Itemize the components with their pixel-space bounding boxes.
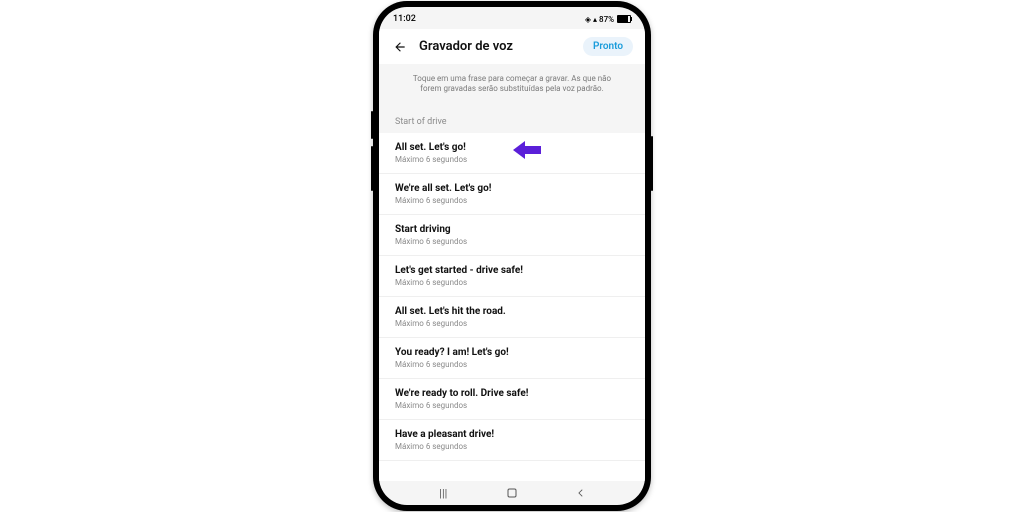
phrase-subtitle: Máximo 6 segundos — [395, 360, 629, 369]
chevron-left-icon — [576, 488, 586, 498]
phrase-title: Start driving — [395, 224, 629, 235]
phrase-subtitle: Máximo 6 segundos — [395, 196, 629, 205]
phrase-row[interactable]: Have a pleasant drive! Máximo 6 segundos — [379, 420, 645, 461]
battery-text: 87% — [599, 15, 614, 24]
nav-home[interactable] — [497, 487, 527, 499]
phrase-list: All set. Let's go!Máximo 6 segundosWe're… — [379, 133, 645, 481]
side-button — [651, 136, 653, 191]
phrase-subtitle: Máximo 6 segundos — [395, 319, 629, 328]
phrase-title: We're ready to roll. Drive safe! — [395, 388, 629, 399]
side-button — [371, 146, 373, 191]
phrase-subtitle: Máximo 6 segundos — [395, 401, 629, 410]
status-bar: 11:02 ◈ ▴ 87% — [379, 7, 645, 29]
phrase-title: All set. Let's hit the road. — [395, 306, 629, 317]
arrow-left-icon — [393, 40, 407, 54]
app-header: Gravador de voz Pronto — [379, 29, 645, 64]
back-button[interactable] — [391, 38, 409, 56]
phrase-row[interactable]: We're all set. Let's go! Máximo 6 segundo… — [379, 174, 645, 215]
status-icons: ◈ ▴ 87% — [585, 15, 631, 24]
wifi-icon: ◈ — [585, 15, 591, 24]
done-button[interactable]: Pronto — [583, 37, 633, 56]
phrase-title: Let's get started - drive safe! — [395, 265, 629, 276]
page-title: Gravador de voz — [419, 39, 583, 54]
phrase-subtitle: Máximo 6 segundos — [395, 278, 629, 287]
side-button — [371, 111, 373, 139]
screen: 11:02 ◈ ▴ 87% Gravador de voz Pronto Toq… — [379, 7, 645, 505]
phrase-subtitle: Máximo 6 segundos — [395, 442, 629, 451]
phrase-subtitle: Máximo 6 segundos — [395, 155, 629, 164]
phrase-row[interactable]: We're ready to roll. Drive safe! Máximo 6… — [379, 379, 645, 420]
phone-frame: 11:02 ◈ ▴ 87% Gravador de voz Pronto Toq… — [373, 1, 651, 511]
phrase-row[interactable]: All set. Let's hit the road. Máximo 6 seg… — [379, 297, 645, 338]
android-nav-bar: ||| — [379, 481, 645, 505]
battery-icon — [617, 15, 631, 23]
phrase-title: All set. Let's go! — [395, 142, 629, 153]
phrase-title: Have a pleasant drive! — [395, 429, 629, 440]
nav-recent[interactable]: ||| — [428, 487, 458, 500]
signal-icon: ▴ — [593, 15, 597, 24]
status-time: 11:02 — [393, 14, 416, 24]
nav-back[interactable] — [566, 488, 596, 498]
phrase-subtitle: Máximo 6 segundos — [395, 237, 629, 246]
phrase-row[interactable]: Let's get started - drive safe! Máximo 6 … — [379, 256, 645, 297]
phrase-row[interactable]: Start driving Máximo 6 segundos — [379, 215, 645, 256]
phrase-row[interactable]: All set. Let's go! Máximo 6 segundos — [379, 133, 645, 174]
phrase-title: You ready? I am! Let's go! — [395, 347, 629, 358]
phrase-row[interactable]: You ready? I am! Let's go! Máximo 6 segun… — [379, 338, 645, 379]
hint-text: Toque em uma frase para começar a gravar… — [379, 64, 645, 109]
phrase-title: We're all set. Let's go! — [395, 183, 629, 194]
square-icon — [506, 487, 518, 499]
section-label: Start of drive — [379, 109, 645, 133]
